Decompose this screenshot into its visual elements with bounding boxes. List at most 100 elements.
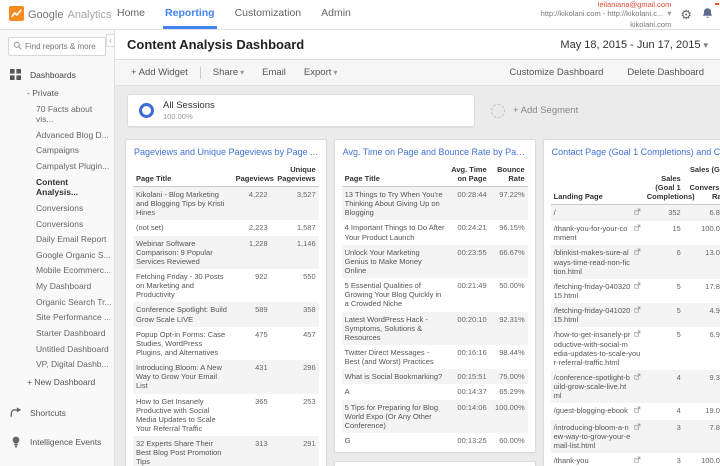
external-link-icon[interactable]: [633, 456, 641, 466]
widget-title-link[interactable]: Pageviews and Unique Pageviews by Page .…: [133, 146, 319, 162]
shell: ‹ Dashboards - Private 70 Facts about vi…: [0, 30, 720, 466]
account-view: kikolani.com: [541, 20, 672, 30]
segment-all-sessions[interactable]: All Sessions 100.00%: [127, 94, 475, 127]
table-header-row: Landing PageSales (Goal 1 Completions)Sa…: [551, 162, 720, 205]
add-segment-circle-icon: [491, 104, 505, 118]
sidebar-search[interactable]: [8, 37, 106, 56]
table-row: Conference Spotlight: Build Grow Scale L…: [133, 302, 319, 326]
segment-name: All Sessions: [163, 100, 215, 111]
tab-admin[interactable]: Admin: [319, 0, 353, 29]
table-row: /how-to-get-insanely-productive-with-soc…: [551, 327, 720, 370]
tab-home[interactable]: Home: [115, 0, 147, 29]
table-row: How to Get Insanely Productive with Soci…: [133, 394, 319, 437]
row-value-cell: 50.00%: [490, 278, 528, 311]
external-link-icon[interactable]: [633, 330, 641, 340]
row-label-cell: 4 Important Things to Do After Your Prod…: [342, 220, 448, 244]
widget-title-link[interactable]: Avg. Time on Page and Bounce Rate by Pag…: [342, 146, 528, 162]
external-link-icon[interactable]: [633, 373, 641, 383]
add-segment-button[interactable]: + Add Segment: [491, 104, 578, 118]
sidebar-dashboard-item[interactable]: Conversions: [0, 216, 114, 232]
topbar: Google Analytics Home Reporting Customizat…: [0, 0, 720, 30]
sidebar-private-toggle[interactable]: - Private: [0, 85, 114, 101]
search-input[interactable]: [25, 42, 101, 51]
row-value-cell: 365: [233, 394, 271, 437]
export-button[interactable]: Export▾: [300, 65, 341, 80]
sidebar-item-shortcuts[interactable]: Shortcuts: [0, 398, 114, 427]
account-info[interactable]: leilaniana@gmail.com http://kikolani.com…: [541, 0, 672, 29]
add-widget-button[interactable]: + Add Widget: [127, 65, 192, 80]
contact-goal-table: Landing PageSales (Goal 1 Completions)Sa…: [551, 162, 720, 466]
email-button[interactable]: Email: [258, 65, 290, 80]
row-value-cell: 9.30%: [684, 370, 720, 403]
notifications-bell[interactable]: [701, 7, 716, 23]
tab-customization[interactable]: Customization: [233, 0, 304, 29]
row-label-cell: Unlock Your Marketing Genius to Make Mon…: [342, 245, 448, 278]
row-value-cell: 431: [233, 360, 271, 393]
tab-reporting[interactable]: Reporting: [163, 0, 217, 29]
external-link-icon[interactable]: [633, 248, 641, 258]
sidebar-collapse-button[interactable]: ‹: [106, 34, 115, 47]
delete-dashboard-button[interactable]: Delete Dashboard: [623, 65, 708, 80]
page-title: Content Analysis Dashboard: [127, 37, 304, 52]
row-value-cell: 6.87%: [684, 205, 720, 222]
row-value-cell: 00:14:37: [448, 384, 490, 399]
share-button[interactable]: Share▾: [209, 65, 248, 80]
external-link-icon[interactable]: [633, 423, 641, 433]
external-link-icon[interactable]: [633, 224, 641, 234]
column-header: Avg. Time on Page: [448, 162, 490, 187]
sidebar-dashboard-item[interactable]: Untitled Dashboard: [0, 341, 114, 357]
row-value-cell: 00:28:44: [448, 187, 490, 221]
external-link-icon[interactable]: [633, 208, 641, 218]
external-link-icon[interactable]: [633, 306, 641, 316]
row-value-cell: 100.00%: [684, 453, 720, 466]
row-value-cell: 96.15%: [490, 220, 528, 244]
row-value-cell: 4: [644, 403, 684, 419]
customize-dashboard-button[interactable]: Customize Dashboard: [505, 65, 607, 80]
sidebar-item-real-time[interactable]: Real-Time: [0, 457, 114, 466]
sidebar-item-dashboards[interactable]: Dashboards: [0, 64, 114, 85]
sidebar-item-intelligence-events[interactable]: Intelligence Events: [0, 427, 114, 457]
gear-icon[interactable]: ⚙: [680, 8, 692, 21]
sidebar-dashboard-item[interactable]: 70 Facts about vis...: [0, 101, 114, 127]
sidebar-dashboard-item[interactable]: Organic Search Tr...: [0, 294, 114, 310]
sidebar-dashboard-item[interactable]: VP, Digital Dashb...: [0, 357, 114, 373]
row-value-cell: 6.94%: [684, 327, 720, 370]
column-header: Bounce Rate: [490, 162, 528, 187]
sidebar-dashboard-item[interactable]: Campalyst Plugin...: [0, 159, 114, 175]
date-range-selector[interactable]: May 18, 2015 - Jun 17, 2015▾: [560, 39, 708, 51]
row-value-cell: 253: [271, 394, 319, 437]
table-row: Unlock Your Marketing Genius to Make Mon…: [342, 245, 528, 278]
external-link-icon[interactable]: [633, 282, 641, 292]
sidebar-dashboard-item[interactable]: Advanced Blog D...: [0, 127, 114, 143]
column-header: Unique Pageviews: [271, 162, 319, 187]
sidebar-dashboard-item[interactable]: Mobile Ecommerc...: [0, 263, 114, 279]
row-value-cell: 100.00%: [684, 221, 720, 245]
table-row: Latest WordPress Hack - Symptoms, Soluti…: [342, 312, 528, 345]
row-value-cell: 457: [271, 327, 319, 360]
table-row: Webinar Software Comparison: 9 Popular S…: [133, 236, 319, 269]
sidebar-dashboard-item[interactable]: My Dashboard: [0, 279, 114, 295]
row-value-cell: 60.00%: [490, 433, 528, 448]
row-label-cell: 5 Essential Qualities of Growing Your Bl…: [342, 278, 448, 311]
sidebar-dashboard-item[interactable]: Google Organic S...: [0, 247, 114, 263]
dashboards-grid-icon: [9, 69, 22, 80]
row-label-cell: /thank-you-for-your-comment: [551, 221, 644, 245]
logo-text-google: Google: [28, 9, 63, 21]
external-link-icon[interactable]: [633, 406, 641, 416]
widget-contact-goal: Contact Page (Goal 1 Completions) and Co…: [543, 139, 720, 466]
sidebar-dashboard-item[interactable]: Site Performance ...: [0, 310, 114, 326]
widget-exits: Exits and Pageviews by Page PageExitsPag…: [334, 461, 536, 466]
google-analytics-logo[interactable]: Google Analytics: [0, 0, 115, 29]
sidebar-dashboard-item[interactable]: Daily Email Report: [0, 232, 114, 248]
sidebar-dashboard-item[interactable]: Conversions: [0, 200, 114, 216]
segment-percent: 100.00%: [163, 112, 215, 121]
sidebar-dashboard-item[interactable]: Starter Dashboard: [0, 325, 114, 341]
widget-title-link[interactable]: Contact Page (Goal 1 Completions) and Co…: [551, 146, 720, 162]
new-dashboard-button[interactable]: + New Dashboard: [0, 372, 114, 392]
sidebar-dashboard-item[interactable]: Campaigns: [0, 143, 114, 159]
primary-nav: Home Reporting Customization Admin: [115, 0, 353, 29]
table-row: What is Social Bookmarking?00:15:5175.00…: [342, 369, 528, 384]
row-label-cell: /conference-spotlight-build-grow-scale-l…: [551, 370, 644, 403]
row-value-cell: 3: [644, 420, 684, 453]
sidebar-dashboard-item[interactable]: Content Analysis...: [0, 174, 114, 200]
